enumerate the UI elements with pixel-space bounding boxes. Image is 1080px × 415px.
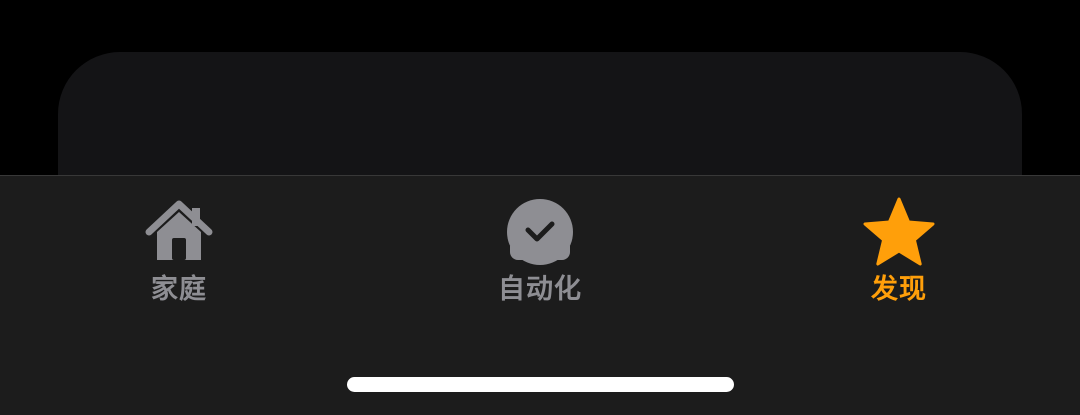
house-icon: [139, 196, 219, 266]
home-indicator[interactable]: [347, 377, 734, 392]
tab-automation[interactable]: 自动化: [440, 196, 640, 316]
screen: 家庭 自动化 发现: [0, 0, 1080, 415]
tab-discover[interactable]: 发现: [799, 196, 999, 316]
tab-automation-label: 自动化: [498, 274, 582, 305]
tab-discover-label: 发现: [871, 274, 927, 305]
star-icon: [859, 196, 939, 266]
clock-check-icon: [500, 196, 580, 266]
tab-home[interactable]: 家庭: [79, 196, 279, 316]
tab-home-label: 家庭: [151, 274, 207, 305]
